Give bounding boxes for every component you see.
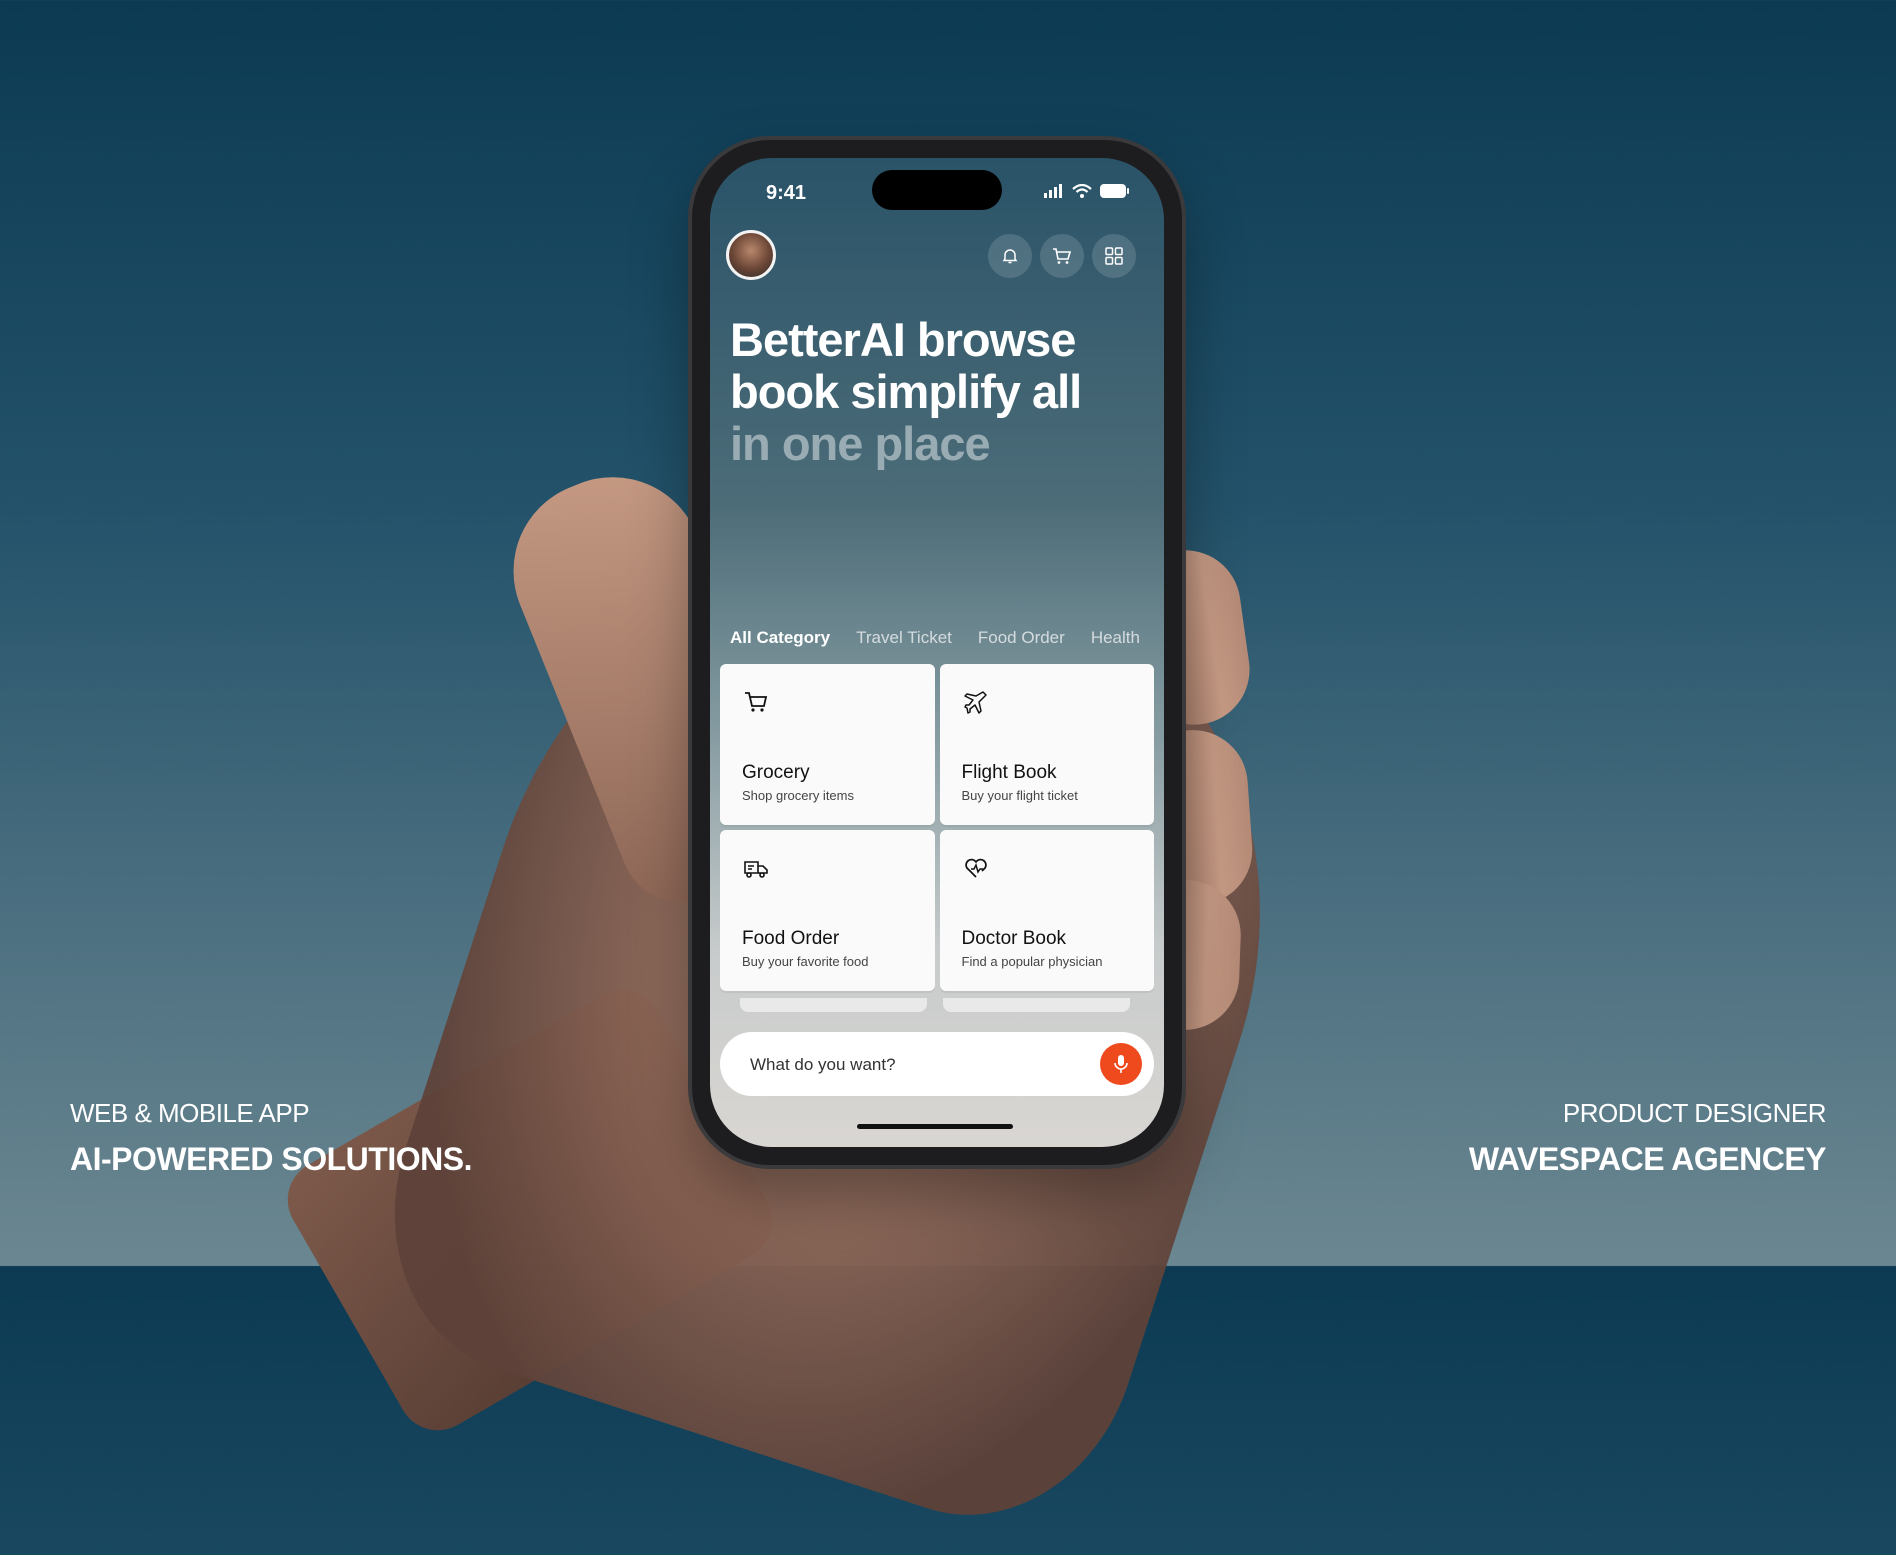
menu-grid-button[interactable] <box>1092 234 1136 278</box>
cart-icon <box>745 692 768 712</box>
home-indicator[interactable] <box>857 1124 1013 1129</box>
category-tabs: All Category Travel Ticket Food Order He… <box>730 628 1140 648</box>
headline-line-2: book simplify all <box>730 365 1082 418</box>
card-title: Grocery <box>742 762 810 783</box>
card-title: Food Order <box>742 928 840 949</box>
card-subtitle: Buy your favorite food <box>742 954 869 969</box>
phone-frame: 9:41 BetterAI browse book simplify all i… <box>692 140 1182 1165</box>
card-subtitle: Find a popular physician <box>961 954 1103 969</box>
right-caption: PRODUCT DESIGNER WAVESPACE AGENCEY <box>1468 1098 1827 1178</box>
doctor-book-card[interactable]: Doctor Book Find a popular physician <box>939 830 1154 991</box>
airplane-icon <box>963 691 987 714</box>
delivery-truck-icon <box>744 861 768 878</box>
tab-all-category[interactable]: All Category <box>730 628 830 648</box>
food-order-card[interactable]: Food Order Buy your favorite food <box>720 830 935 991</box>
headline: BetterAI browse book simplify all in one… <box>730 314 1150 470</box>
grocery-card[interactable]: Grocery Shop grocery items <box>720 664 935 825</box>
headline-line-1: BetterAI browse <box>730 313 1076 366</box>
cart-button[interactable] <box>1040 234 1084 278</box>
tab-travel-ticket[interactable]: Travel Ticket <box>856 628 952 648</box>
left-caption-big: AI-POWERED SOLUTIONS. <box>70 1141 472 1177</box>
flight-book-card[interactable]: Flight Book Buy your flight ticket <box>939 664 1154 825</box>
card-subtitle: Buy your flight ticket <box>961 788 1078 803</box>
status-icons <box>1044 184 1130 198</box>
grid-icon <box>1105 247 1123 265</box>
card-subtitle: Shop grocery items <box>742 788 854 803</box>
phone-screen: 9:41 BetterAI browse book simplify all i… <box>710 158 1164 1147</box>
notifications-button[interactable] <box>988 234 1032 278</box>
tab-food-order[interactable]: Food Order <box>978 628 1065 648</box>
search-input[interactable] <box>748 1050 1072 1080</box>
category-grid: Grocery Shop grocery items Flight Book B… <box>720 664 1154 991</box>
left-caption-small: WEB & MOBILE APP <box>70 1098 310 1128</box>
bell-icon <box>1002 249 1018 264</box>
headline-line-3: in one place <box>730 417 991 470</box>
avatar[interactable] <box>726 230 776 280</box>
tab-health[interactable]: Health <box>1091 628 1140 648</box>
stack-layer <box>740 998 927 1012</box>
status-time: 9:41 <box>766 182 807 204</box>
battery-icon <box>1100 184 1129 198</box>
search-bar[interactable] <box>720 1032 1154 1096</box>
right-caption-big: WAVESPACE AGENCEY <box>1468 1141 1827 1177</box>
card-title: Flight Book <box>961 762 1057 783</box>
voice-input-button[interactable] <box>1100 1043 1142 1085</box>
right-caption-small: PRODUCT DESIGNER <box>1562 1098 1827 1128</box>
left-caption: WEB & MOBILE APP AI-POWERED SOLUTIONS. <box>70 1098 472 1178</box>
cart-icon <box>1053 248 1072 264</box>
dynamic-island <box>872 170 1002 210</box>
stack-layer <box>943 998 1130 1012</box>
microphone-icon <box>1114 1055 1128 1073</box>
card-stack-shadow <box>740 998 1130 1012</box>
signal-icon <box>1044 184 1062 198</box>
heart-pulse-icon <box>964 858 987 878</box>
card-title: Doctor Book <box>961 928 1067 949</box>
wifi-icon <box>1072 184 1092 198</box>
top-actions <box>988 234 1136 278</box>
